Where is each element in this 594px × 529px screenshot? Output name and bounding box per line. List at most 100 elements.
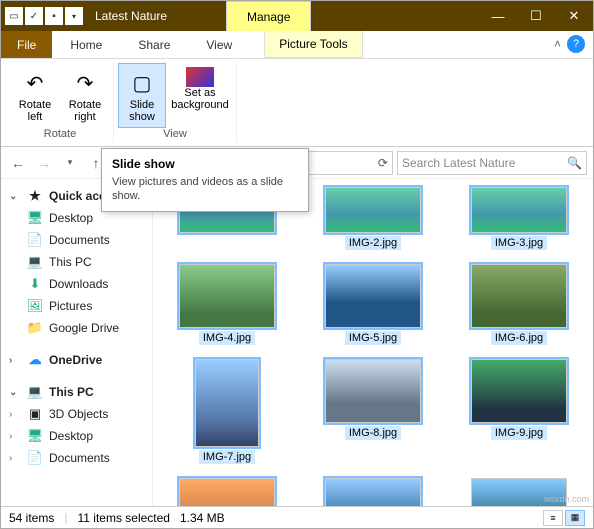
thumbnails-view-button[interactable]: ▦ xyxy=(565,510,585,526)
file-name-label: IMG-2.jpg xyxy=(345,236,401,250)
sidebar-this-pc-pin[interactable]: 💻This PC xyxy=(5,251,148,273)
details-view-button[interactable]: ≡ xyxy=(543,510,563,526)
recent-dropdown-icon[interactable]: ▾ xyxy=(59,152,81,174)
search-placeholder: Search Latest Nature xyxy=(402,156,515,170)
pc-icon: 💻 xyxy=(27,384,43,400)
desktop-icon: 🖥 xyxy=(27,210,43,226)
minimize-button[interactable]: — xyxy=(479,1,517,31)
file-name-label: IMG-4.jpg xyxy=(199,331,255,345)
cloud-icon: ☁ xyxy=(27,352,43,368)
slide-show-label: Slide show xyxy=(120,99,164,123)
desktop-background-icon xyxy=(186,67,214,87)
status-selected-count: 11 items selected xyxy=(77,511,170,525)
sidebar-item-label: Documents xyxy=(49,451,110,465)
thumbnail-image xyxy=(471,359,567,423)
status-item-count: 54 items xyxy=(9,511,54,525)
file-name-label: IMG-5.jpg xyxy=(345,331,401,345)
ribbon: ↶ Rotate left ↷ Rotate right Rotate ▢ Sl… xyxy=(1,59,593,147)
sidebar-item-label: Google Drive xyxy=(49,321,119,335)
ribbon-group-view: ▢ Slide show Set as background View xyxy=(114,63,237,142)
qat-dropdown-icon[interactable]: ▾ xyxy=(65,7,83,25)
tab-home[interactable]: Home xyxy=(52,31,120,58)
maximize-button[interactable]: ☐ xyxy=(517,1,555,31)
file-item[interactable]: IMG-2.jpg xyxy=(307,185,439,252)
file-name-label: IMG-8.jpg xyxy=(345,426,401,440)
close-button[interactable]: ✕ xyxy=(555,1,593,31)
help-icon[interactable]: ? xyxy=(567,35,585,53)
set-background-button[interactable]: Set as background xyxy=(168,63,232,128)
file-name-label: IMG-6.jpg xyxy=(491,331,547,345)
thumbnail-image xyxy=(325,478,421,506)
rotate-right-icon: ↷ xyxy=(69,67,101,99)
file-item[interactable]: IMG-6.jpg xyxy=(453,262,585,347)
downloads-icon: ⬇ xyxy=(27,276,43,292)
tab-view[interactable]: View xyxy=(188,31,250,58)
ribbon-group-rotate-label: Rotate xyxy=(44,128,76,142)
file-name-label: IMG-7.jpg xyxy=(199,450,255,464)
sidebar-downloads[interactable]: ⬇ Downloads xyxy=(5,273,148,295)
thumbnail-image xyxy=(471,187,567,233)
file-item[interactable]: IMG-4.jpg xyxy=(161,262,293,347)
set-background-label: Set as background xyxy=(170,87,230,111)
rotate-left-icon: ↶ xyxy=(19,67,51,99)
pictures-icon: 🖼 xyxy=(27,298,43,314)
file-name-label: IMG-9.jpg xyxy=(491,426,547,440)
qat-prop-icon[interactable]: ✓ xyxy=(25,7,43,25)
sidebar-item-label: 3D Objects xyxy=(49,407,108,421)
projector-screen-icon: ▢ xyxy=(126,67,158,99)
titlebar: ▭ ✓ ▪ ▾ Latest Nature Manage — ☐ ✕ xyxy=(1,1,593,31)
sidebar-3d-objects[interactable]: ›▣3D Objects xyxy=(5,403,148,425)
refresh-icon[interactable]: ⟳ xyxy=(378,156,388,170)
tab-share[interactable]: Share xyxy=(120,31,188,58)
file-item[interactable]: IMG-11.jpg xyxy=(307,476,439,506)
star-icon: ★ xyxy=(27,188,43,204)
rotate-left-label: Rotate left xyxy=(13,99,57,123)
rotate-right-label: Rotate right xyxy=(63,99,107,123)
manage-contextual-tab[interactable]: Manage xyxy=(226,1,311,31)
thumbnail-image xyxy=(325,264,421,328)
sidebar-pictures[interactable]: 🖼 Pictures xyxy=(5,295,148,317)
back-button[interactable]: ← xyxy=(7,152,29,174)
file-item[interactable]: IMG-10.jpg xyxy=(161,476,293,506)
file-item[interactable]: IMG-7.jpg xyxy=(161,357,293,466)
sidebar-item-label: Downloads xyxy=(49,277,108,291)
thumbnail-image xyxy=(325,187,421,233)
search-input[interactable]: Search Latest Nature 🔍 xyxy=(397,151,587,175)
rotate-right-button[interactable]: ↷ Rotate right xyxy=(61,63,109,128)
file-item[interactable]: IMG-5.jpg xyxy=(307,262,439,347)
sidebar-documents[interactable]: 📄Documents xyxy=(5,229,148,251)
thumbnail-image xyxy=(325,359,421,423)
forward-button[interactable]: → xyxy=(33,152,55,174)
thumbnail-image xyxy=(195,359,259,447)
tooltip-title: Slide show xyxy=(112,157,298,171)
sidebar-item-label: OneDrive xyxy=(49,353,102,367)
thumbnail-image xyxy=(179,264,275,328)
file-item[interactable]: IMG-3.jpg xyxy=(453,185,585,252)
sidebar-item-label: Desktop xyxy=(49,429,93,443)
qat-folder-icon[interactable]: ▪ xyxy=(45,7,63,25)
navigation-pane: ⌄★Quick access 🖥Desktop 📄Documents 💻This… xyxy=(1,179,153,506)
sidebar-this-pc[interactable]: ⌄💻This PC xyxy=(5,381,148,403)
folder-icon: 📁 xyxy=(27,320,43,336)
rotate-left-button[interactable]: ↶ Rotate left xyxy=(11,63,59,128)
thumbnail-image xyxy=(179,478,275,506)
ribbon-group-rotate: ↶ Rotate left ↷ Rotate right Rotate xyxy=(7,63,114,142)
sidebar-item-label: Pictures xyxy=(49,299,92,313)
sidebar-onedrive[interactable]: ›☁OneDrive xyxy=(5,349,148,371)
tab-picture-tools[interactable]: Picture Tools xyxy=(264,31,362,58)
sidebar-documents-2[interactable]: ›📄Documents xyxy=(5,447,148,469)
explorer-icon: ▭ xyxy=(5,7,23,25)
file-name-label: IMG-3.jpg xyxy=(491,236,547,250)
sidebar-desktop-2[interactable]: ›🖥Desktop xyxy=(5,425,148,447)
cube-icon: ▣ xyxy=(27,406,43,422)
ribbon-tabs: File Home Share View Picture Tools ˄ ? xyxy=(1,31,593,59)
file-pane[interactable]: IMG-2.jpg IMG-3.jpg IMG-4.jpg IMG-5.jpg … xyxy=(153,179,593,506)
file-item[interactable]: IMG-8.jpg xyxy=(307,357,439,466)
search-icon: 🔍 xyxy=(567,156,582,170)
tab-file[interactable]: File xyxy=(1,31,52,58)
sidebar-item-label: This PC xyxy=(49,385,94,399)
sidebar-google-drive[interactable]: 📁 Google Drive xyxy=(5,317,148,339)
collapse-ribbon-icon[interactable]: ˄ xyxy=(554,37,561,51)
slide-show-button[interactable]: ▢ Slide show xyxy=(118,63,166,128)
file-item[interactable]: IMG-9.jpg xyxy=(453,357,585,466)
